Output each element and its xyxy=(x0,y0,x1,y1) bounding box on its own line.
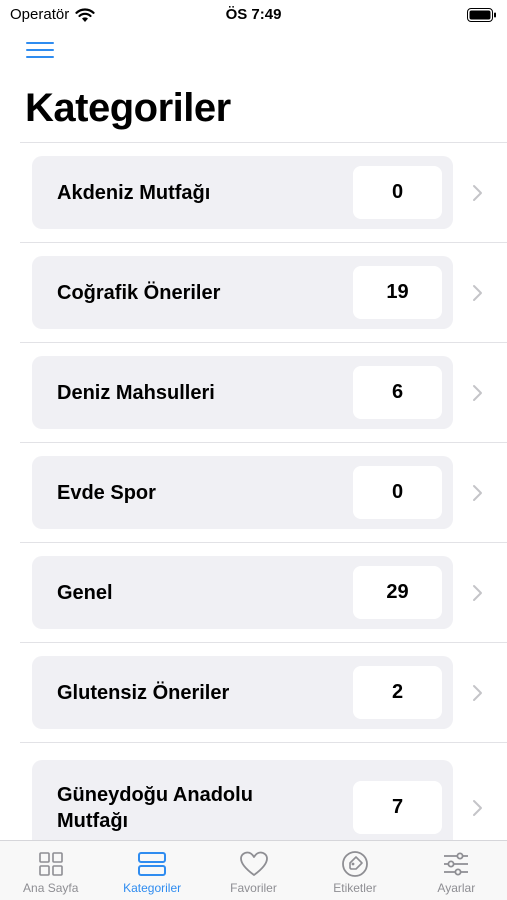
page-title: Kategoriler xyxy=(25,86,231,130)
chevron-right-icon xyxy=(473,384,482,401)
hamburger-icon xyxy=(26,42,54,44)
chevron-right-icon xyxy=(473,800,482,816)
status-time: ÖS 7:49 xyxy=(225,6,282,23)
list-item[interactable]: Güneydoğu Anadolu Mutfağı 7 xyxy=(20,743,507,840)
category-count: 0 xyxy=(353,166,442,219)
category-name: Deniz Mahsulleri xyxy=(57,381,215,404)
category-count: 6 xyxy=(353,366,442,419)
tab-kategoriler[interactable]: Kategoriler xyxy=(101,841,202,900)
category-card[interactable]: Güneydoğu Anadolu Mutfağı 7 xyxy=(32,760,453,840)
category-count: 7 xyxy=(353,781,442,834)
category-name: Evde Spor xyxy=(57,481,156,504)
sliders-icon xyxy=(444,852,469,876)
category-name: Genel xyxy=(57,581,113,604)
category-list[interactable]: Akdeniz Mutfağı 0 Coğrafik Öneriler 19 D… xyxy=(0,143,507,840)
tab-label: Ana Sayfa xyxy=(23,881,79,895)
chevron-right-icon xyxy=(473,584,482,601)
grid-icon xyxy=(38,852,63,876)
chevron-right-icon xyxy=(473,684,482,701)
list-item[interactable]: Evde Spor 0 xyxy=(20,443,507,543)
tag-icon xyxy=(342,851,368,877)
category-count: 19 xyxy=(353,266,442,319)
chevron-right-icon xyxy=(473,484,482,501)
menu-button[interactable] xyxy=(26,42,56,64)
category-name: Güneydoğu Anadolu Mutfağı xyxy=(57,784,253,832)
tab-etiketler[interactable]: Etiketler xyxy=(304,841,405,900)
category-card[interactable]: Glutensiz Öneriler 2 xyxy=(32,656,453,729)
category-card[interactable]: Coğrafik Öneriler 19 xyxy=(32,256,453,329)
list-item[interactable]: Akdeniz Mutfağı 0 xyxy=(20,143,507,243)
category-name: Glutensiz Öneriler xyxy=(57,681,230,704)
chevron-right-icon xyxy=(473,284,482,301)
tab-ana-sayfa[interactable]: Ana Sayfa xyxy=(0,841,101,900)
chevron-right-icon xyxy=(473,184,482,201)
tab-label: Favoriler xyxy=(230,881,277,895)
tab-ayarlar[interactable]: Ayarlar xyxy=(406,841,507,900)
list-item[interactable]: Deniz Mahsulleri 6 xyxy=(20,343,507,443)
status-bar: Operatör ÖS 7:49 xyxy=(0,0,507,30)
list-item[interactable]: Genel 29 xyxy=(20,543,507,643)
battery-icon xyxy=(467,8,496,22)
tab-bar: Ana Sayfa Kategoriler Favoriler Etiketle… xyxy=(0,840,507,900)
tab-label: Kategoriler xyxy=(123,881,182,895)
category-count: 0 xyxy=(353,466,442,519)
tab-label: Etiketler xyxy=(333,881,377,895)
category-name: Coğrafik Öneriler xyxy=(57,281,221,304)
category-count: 29 xyxy=(353,566,442,619)
list-icon xyxy=(138,852,167,876)
category-card[interactable]: Evde Spor 0 xyxy=(32,456,453,529)
category-card[interactable]: Genel 29 xyxy=(32,556,453,629)
tab-favoriler[interactable]: Favoriler xyxy=(203,841,304,900)
category-card[interactable]: Deniz Mahsulleri 6 xyxy=(32,356,453,429)
category-name: Akdeniz Mutfağı xyxy=(57,181,211,204)
tab-label: Ayarlar xyxy=(437,881,476,895)
list-item[interactable]: Coğrafik Öneriler 19 xyxy=(20,243,507,343)
category-card[interactable]: Akdeniz Mutfağı 0 xyxy=(32,156,453,229)
heart-icon xyxy=(239,851,268,876)
list-item[interactable]: Glutensiz Öneriler 2 xyxy=(20,643,507,743)
category-count: 2 xyxy=(353,666,442,719)
